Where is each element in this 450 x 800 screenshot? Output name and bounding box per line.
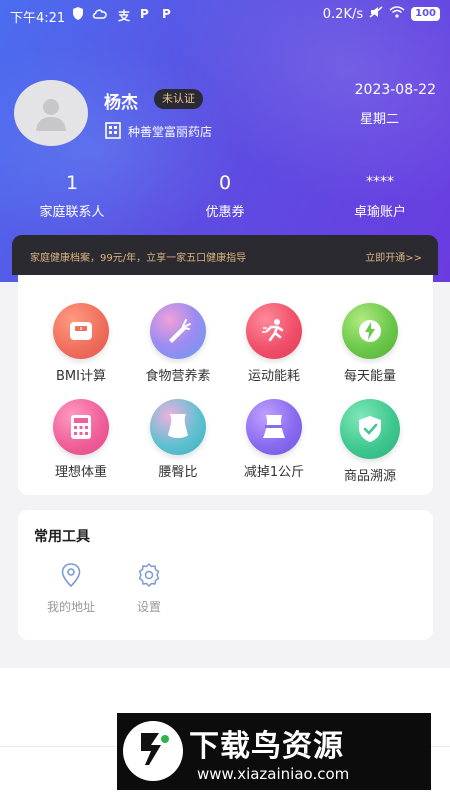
tool-my-address[interactable]: 我的地址 [36,562,106,615]
cloud-icon [92,7,108,22]
stat-family-contacts[interactable]: 1 家庭联系人 [2,172,142,220]
user-silhouette-icon [36,99,66,131]
feature-label: 每天能量 [343,369,396,384]
stat-label: 优惠券 [205,205,245,220]
status-time: 下午4:21 [10,11,66,26]
section-title: 常用工具 [34,529,90,545]
parking-icon: P [140,7,149,21]
watermark-title: 下载鸟资源 [189,729,344,764]
parking-icon-2: P [162,7,171,21]
tool-label: 设置 [136,600,161,614]
wifi-icon [389,6,405,22]
tool-settings[interactable]: 设置 [114,562,184,615]
stat-label: 家庭联系人 [39,205,105,220]
feature-label: 商品溯源 [343,469,396,484]
feature-waist-hip-ratio[interactable]: 腰臀比 [128,399,228,480]
feature-label: 腰臀比 [158,465,198,480]
current-weekday: 星期二 [360,112,400,127]
watermark-banner: 下载鸟资源 www.xiazainiao.com [117,713,431,790]
battery-icon: 100 [411,7,440,21]
stat-label: 卓瑜账户 [353,205,406,220]
feature-label: 理想体重 [54,465,107,480]
stat-value: 0 [218,172,232,194]
alipay-icon: 支 [118,9,131,23]
tool-label: 我的地址 [46,600,95,614]
current-date: 2023-08-22 [354,82,436,98]
feature-lose-1kg[interactable]: 减掉1公斤 [224,399,324,480]
user-name: 杨杰 [104,93,138,113]
location-pin-icon [61,563,81,588]
feature-product-trace[interactable]: 商品溯源 [320,399,420,484]
stat-account[interactable]: **** 卓瑜账户 [310,172,450,220]
lightning-icon [342,303,398,359]
stat-coupons[interactable]: 0 优惠券 [155,172,295,220]
feature-label: 食物营养素 [145,369,211,384]
health-tools-grid: BMI计算 食物营养素 运动能耗 每天能量 理想体重 腰臀比 减掉1公斤 商品溯… [18,275,433,495]
mute-icon [369,6,383,22]
feature-label: BMI计算 [56,369,106,384]
shield-icon [72,7,84,23]
feature-exercise-energy[interactable]: 运动能耗 [224,303,324,384]
feature-food-nutrition[interactable]: 食物营养素 [128,303,228,384]
bird-logo-icon [123,721,183,781]
feature-label: 运动能耗 [247,369,300,384]
gear-icon [138,563,160,587]
store-name: 种善堂富丽药店 [128,125,213,139]
shield-check-icon [340,399,400,459]
carrot-icon [150,303,206,359]
status-bar: 下午4:21 支 P P 0.2K/s 100 [0,0,450,30]
feature-bmi[interactable]: BMI计算 [31,303,131,384]
membership-banner[interactable]: 家庭健康档案，99元/年，立享一家五口健康指导 立即开通>> [12,235,438,275]
feature-daily-energy[interactable]: 每天能量 [320,303,420,384]
waist-icon [150,399,206,455]
common-tools-card: 常用工具 我的地址 设置 [18,510,433,640]
stat-value: 1 [65,172,79,194]
watermark-url: www.xiazainiao.com [197,765,350,783]
banner-text: 家庭健康档案，99元/年，立享一家五口健康指导 [30,253,247,264]
feature-ideal-weight[interactable]: 理想体重 [31,399,131,480]
scale-icon [53,303,109,359]
network-speed: 0.2K/s [322,6,364,22]
runner-icon [246,303,302,359]
building-icon [104,121,122,143]
verification-badge[interactable]: 未认证 [154,89,203,109]
stat-value: **** [366,174,394,190]
banner-open-link[interactable]: 立即开通>> [365,249,422,264]
avatar[interactable] [14,80,88,146]
feature-label: 减掉1公斤 [243,465,305,480]
calculator-icon [53,399,109,455]
belly-icon [246,399,302,455]
